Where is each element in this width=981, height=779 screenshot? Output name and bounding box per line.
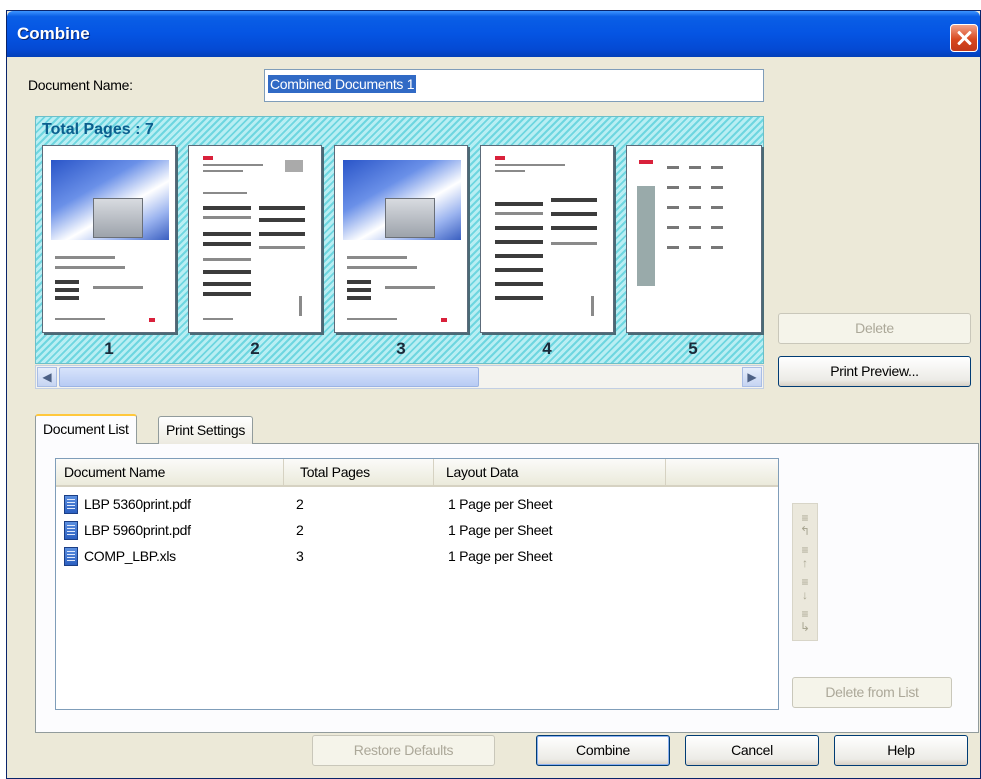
spreadsheet-icon: [64, 547, 78, 566]
page-number-4: 4: [542, 339, 552, 358]
document-total-pages: 3: [296, 548, 304, 564]
tab-document-list[interactable]: Document List: [35, 414, 137, 444]
tab-print-settings[interactable]: Print Settings: [158, 416, 254, 444]
document-total-pages: 2: [296, 496, 304, 512]
help-button[interactable]: Help: [834, 735, 968, 766]
delete-from-list-button[interactable]: Delete from List: [792, 677, 952, 708]
page-preview-panel[interactable]: Total Pages : 7 1 2 3 4 5: [35, 116, 764, 364]
page-thumbnail-2[interactable]: [188, 145, 322, 333]
move-to-top-icon[interactable]: ≡ ↰: [795, 512, 815, 540]
column-header-total-pages[interactable]: Total Pages: [284, 459, 434, 485]
window-title: Combine: [17, 24, 90, 43]
scroll-left-icon[interactable]: ◀: [37, 367, 57, 387]
combine-dialog: Combine Document Name: Combined Document…: [6, 10, 981, 779]
document-icon: [64, 521, 78, 540]
document-name-input[interactable]: Combined Documents 1: [264, 69, 764, 102]
page-number-3: 3: [396, 339, 406, 358]
document-total-pages: 2: [296, 522, 304, 538]
move-to-bottom-icon[interactable]: ≡ ↳: [795, 608, 815, 636]
document-layout: 1 Page per Sheet: [448, 522, 553, 538]
page-thumbnail-5[interactable]: [626, 145, 762, 333]
combine-button[interactable]: Combine: [536, 735, 670, 766]
scrollbar-thumb[interactable]: [59, 367, 479, 387]
document-layout: 1 Page per Sheet: [448, 548, 553, 564]
list-item[interactable]: COMP_LBP.xls 3 1 Page per Sheet: [56, 545, 778, 570]
page-number-5: 5: [688, 339, 698, 358]
restore-defaults-button[interactable]: Restore Defaults: [312, 735, 495, 766]
page-thumbnail-4[interactable]: [480, 145, 614, 333]
close-icon[interactable]: [950, 24, 978, 52]
total-pages-label: Total Pages : 7: [42, 121, 154, 138]
document-list-header: Document Name Total Pages Layout Data: [56, 459, 778, 487]
page-thumbnail-3[interactable]: [334, 145, 468, 333]
list-item[interactable]: LBP 5960print.pdf 2 1 Page per Sheet: [56, 519, 778, 544]
document-list[interactable]: Document Name Total Pages Layout Data LB…: [55, 458, 779, 710]
document-layout: 1 Page per Sheet: [448, 496, 553, 512]
column-header-layout-data[interactable]: Layout Data: [434, 459, 666, 485]
page-number-1: 1: [104, 339, 114, 358]
document-name: LBP 5360print.pdf: [84, 496, 191, 512]
page-thumbnail-1[interactable]: [42, 145, 176, 333]
page-number-2: 2: [250, 339, 260, 358]
reorder-buttons: ≡ ↰ ≡ ↑ ≡ ↓ ≡ ↳: [792, 503, 818, 641]
document-name: LBP 5960print.pdf: [84, 522, 191, 538]
scroll-right-icon[interactable]: ▶: [742, 367, 762, 387]
document-name-label: Document Name:: [28, 77, 133, 93]
document-icon: [64, 495, 78, 514]
delete-button[interactable]: Delete: [778, 313, 971, 344]
print-preview-button[interactable]: Print Preview...: [778, 356, 971, 387]
preview-horizontal-scrollbar[interactable]: ◀ ▶: [35, 365, 764, 389]
column-header-document-name[interactable]: Document Name: [56, 459, 284, 485]
document-name-value: Combined Documents 1: [268, 75, 417, 93]
document-name: COMP_LBP.xls: [84, 548, 176, 564]
move-down-icon[interactable]: ≡ ↓: [795, 576, 815, 604]
cancel-button[interactable]: Cancel: [685, 735, 819, 766]
move-up-icon[interactable]: ≡ ↑: [795, 544, 815, 572]
title-bar[interactable]: Combine: [7, 11, 980, 57]
list-item[interactable]: LBP 5360print.pdf 2 1 Page per Sheet: [56, 493, 778, 518]
